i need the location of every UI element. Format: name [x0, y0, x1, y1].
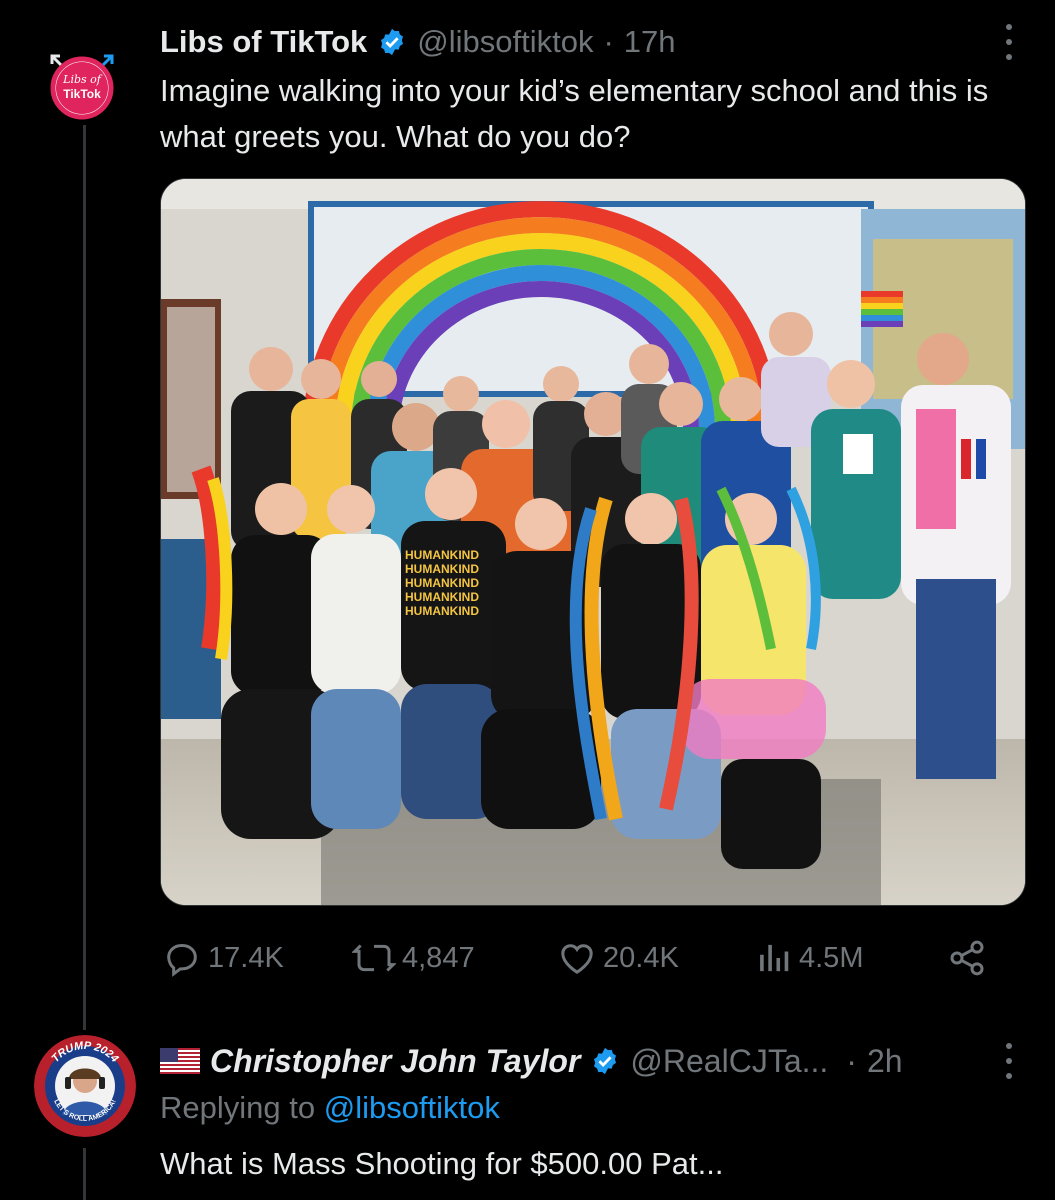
shirt-sign-2: HUMANKIND — [405, 562, 479, 576]
replying-prefix: Replying to — [160, 1090, 316, 1125]
reply-separator: · — [846, 1042, 857, 1079]
share-button[interactable] — [947, 935, 987, 981]
reply-count: 17.4K — [208, 941, 284, 974]
tweet-header: Libs of TikTok @libsoftiktok · 17h — [160, 20, 676, 64]
us-flag-icon — [160, 1048, 200, 1074]
views-icon — [760, 944, 789, 972]
reply-header: Christopher John Taylor @RealCJTa... · 2… — [160, 1037, 903, 1085]
like-button[interactable]: 20.4K — [557, 935, 679, 981]
timeline: Libs of TikTok Libs of TikTok @libsoftik… — [0, 0, 1055, 1200]
author-name[interactable]: Libs of TikTok — [160, 24, 367, 60]
timestamp[interactable]: 17h — [624, 24, 676, 60]
separator: · — [603, 24, 614, 59]
tweet-text: Imagine walking into your kid’s elementa… — [160, 73, 989, 154]
reply-author-handle[interactable]: @RealCJTa... — [630, 1043, 828, 1080]
replying-mention[interactable]: @libsoftiktok — [324, 1090, 500, 1125]
tweet-photo[interactable]: HUMANKIND HUMANKIND HUMANKIND HUMANKIND … — [160, 178, 1026, 906]
replying-to: Replying to @libsoftiktok — [160, 1090, 500, 1126]
author-avatar[interactable]: Libs of TikTok — [46, 50, 118, 122]
more-icon[interactable] — [1001, 1043, 1017, 1079]
pride-flag — [861, 291, 903, 327]
verified-icon — [594, 1047, 617, 1075]
shirt-sign-4: HUMANKIND — [405, 590, 479, 604]
reply-author-avatar[interactable]: TRUMP 2024 LET'S ROLL AMERICA! — [34, 1035, 136, 1137]
reply-button[interactable]: 17.4K — [162, 935, 284, 981]
author-handle[interactable]: @libsoftiktok — [417, 24, 593, 60]
shirt-sign-1: HUMANKIND — [405, 548, 479, 562]
tweet-actions: 17.4K 4,847 20.4K 4.5M — [162, 935, 992, 981]
shirt-sign-3: HUMANKIND — [405, 576, 479, 590]
shirt-sign-5: HUMANKIND — [405, 604, 479, 618]
retweet-button[interactable]: 4,847 — [352, 935, 475, 981]
reply-icon — [167, 943, 197, 977]
views-count: 4.5M — [799, 941, 864, 974]
shirt-print: HUMANKIND HUMANKIND HUMANKIND HUMANKIND … — [405, 548, 479, 618]
thread-connector — [83, 125, 86, 1030]
like-icon — [561, 944, 593, 974]
more-icon[interactable] — [1001, 24, 1017, 60]
views-button[interactable]: 4.5M — [757, 935, 863, 981]
reply-text: What is Mass Shooting for $500.00 Pat... — [160, 1146, 724, 1181]
like-count: 20.4K — [603, 941, 679, 974]
retweet-icon — [352, 944, 396, 972]
reply-author-name[interactable]: Christopher John Taylor — [210, 1043, 580, 1080]
avatar-text-2: TikTok — [63, 87, 101, 101]
share-icon — [950, 940, 984, 976]
avatar-text-1: Libs of — [62, 73, 103, 86]
thread-connector-bottom — [83, 1148, 86, 1200]
photo-illustration: HUMANKIND HUMANKIND HUMANKIND HUMANKIND … — [161, 179, 1025, 905]
verified-icon — [381, 28, 404, 56]
reply-timestamp[interactable]: 2h — [867, 1043, 903, 1080]
retweet-count: 4,847 — [402, 941, 475, 974]
